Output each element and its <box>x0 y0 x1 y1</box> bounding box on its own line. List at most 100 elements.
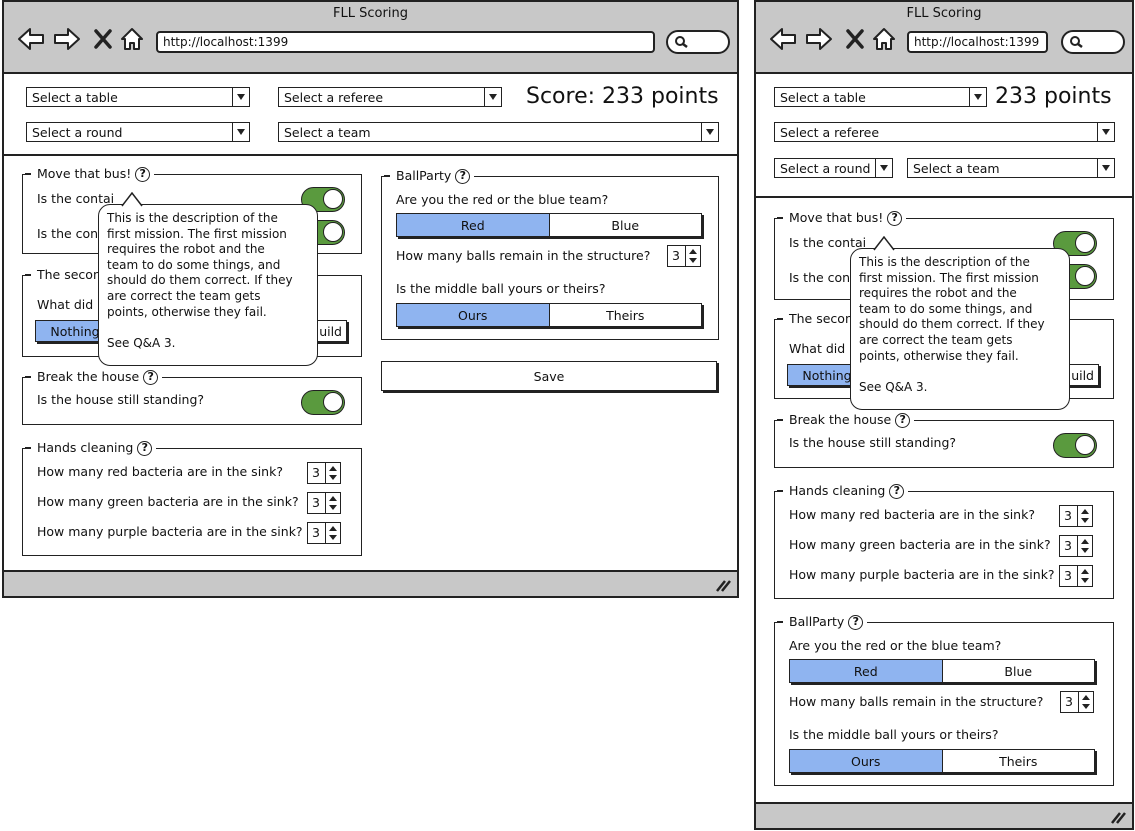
url-bar[interactable]: http://localhost:1399 <box>907 31 1048 53</box>
back-arrow-icon[interactable] <box>768 26 798 52</box>
back-arrow-icon[interactable] <box>16 26 46 52</box>
stepper-arrows-icon[interactable] <box>1077 536 1092 556</box>
chevron-down-icon <box>875 159 892 177</box>
team-select[interactable]: Select a team <box>278 122 719 142</box>
tooltip-line: should do them correct. If they <box>107 273 293 288</box>
team-select[interactable]: Select a team <box>907 158 1115 178</box>
ours-option[interactable]: Ours <box>397 304 549 326</box>
referee-select[interactable]: Select a referee <box>278 87 502 107</box>
ours-option[interactable]: Ours <box>790 750 942 772</box>
close-x-icon[interactable] <box>92 26 114 52</box>
chevron-down-icon <box>484 88 501 106</box>
mission-question: Is the house still standing? <box>37 392 205 407</box>
home-icon[interactable] <box>870 26 898 52</box>
referee-select[interactable]: Select a referee <box>774 122 1115 142</box>
stepper-arrows-icon[interactable] <box>1078 692 1093 712</box>
team-color-toggle[interactable]: Red Blue <box>789 659 1095 683</box>
mission-ballparty: BallParty? Are you the red or the blue t… <box>381 167 719 340</box>
browser-search-box[interactable] <box>1061 30 1125 54</box>
mission-title: Break the house? <box>776 411 915 429</box>
round-select[interactable]: Select a round <box>26 122 250 142</box>
stepper-arrows-icon[interactable] <box>325 493 340 513</box>
home-icon[interactable] <box>118 26 146 52</box>
mission-question: What did h <box>789 341 858 356</box>
help-icon[interactable]: ? <box>455 168 471 184</box>
help-icon[interactable]: ? <box>135 166 151 182</box>
theirs-option[interactable]: Theirs <box>548 304 701 326</box>
number-stepper[interactable]: 3 <box>667 245 701 267</box>
forward-arrow-icon[interactable] <box>52 26 82 52</box>
help-icon[interactable]: ? <box>887 210 903 226</box>
team-color-toggle[interactable]: Red Blue <box>396 213 702 237</box>
browser-search-box[interactable] <box>666 30 730 54</box>
mission-title: Hands cleaning? <box>24 439 157 457</box>
help-icon[interactable]: ? <box>143 369 159 385</box>
tooltip-pointer <box>873 236 895 258</box>
number-stepper[interactable]: 3 <box>1060 691 1094 713</box>
number-stepper[interactable]: 3 <box>1059 535 1093 557</box>
number-stepper[interactable]: 3 <box>1059 565 1093 587</box>
browser-window-mobile: FLL Scoring http://localhost:1399 Select… <box>754 0 1134 830</box>
team-select-value: Select a team <box>284 125 371 140</box>
round-select[interactable]: Select a round <box>774 158 893 178</box>
browser-window-desktop: FLL Scoring http://localhost:1399 Select… <box>2 0 739 598</box>
help-icon[interactable]: ? <box>895 412 911 428</box>
tooltip-line: should do them correct. If they <box>859 317 1045 332</box>
resize-grip-icon[interactable] <box>715 578 731 592</box>
ownership-toggle[interactable]: Ours Theirs <box>396 303 702 327</box>
toggle-switch[interactable] <box>1053 433 1097 458</box>
mission-question: Is the con <box>37 226 99 241</box>
search-icon <box>1070 36 1083 48</box>
stepper-arrows-icon[interactable] <box>325 463 340 483</box>
chevron-down-icon <box>1097 159 1114 177</box>
stepper-arrows-icon[interactable] <box>325 523 340 543</box>
mission-question: How many red bacteria are in the sink? <box>789 507 1035 522</box>
resize-grip-icon[interactable] <box>1110 810 1126 824</box>
table-select-value: Select a table <box>780 90 866 105</box>
tooltip-line: first mission. The first mission <box>859 270 1039 285</box>
theirs-option[interactable]: Theirs <box>941 750 1094 772</box>
window-title: FLL Scoring <box>906 6 982 21</box>
mission-house: Break the house? Is the house still stan… <box>774 411 1114 468</box>
blue-option[interactable]: Blue <box>941 660 1094 682</box>
close-x-icon[interactable] <box>844 26 866 52</box>
number-stepper[interactable]: 3 <box>307 522 341 544</box>
tooltip-line: requires the robot and the <box>859 286 1017 301</box>
stepper-arrows-icon[interactable] <box>1077 566 1092 586</box>
tooltip-line: points, otherwise they fail. <box>859 348 1019 363</box>
number-stepper[interactable]: 3 <box>307 492 341 514</box>
mission-title: Break the house? <box>24 368 163 386</box>
forward-arrow-icon[interactable] <box>804 26 834 52</box>
red-option[interactable]: Red <box>790 660 942 682</box>
help-icon[interactable]: ? <box>137 440 153 456</box>
tooltip-line: team to do some things, and <box>107 257 281 272</box>
toggle-switch[interactable] <box>301 390 345 415</box>
chevron-down-icon <box>232 123 249 141</box>
mission-question: How many green bacteria are in the sink? <box>789 537 1051 552</box>
mission-question: How many balls remain in the structure? <box>789 694 1044 709</box>
mission-title: Move that bus!? <box>776 209 907 227</box>
help-icon[interactable]: ? <box>848 614 864 630</box>
mission-question: Are you the red or the blue team? <box>396 192 609 207</box>
ownership-toggle[interactable]: Ours Theirs <box>789 749 1095 773</box>
save-button[interactable]: Save <box>381 361 717 391</box>
table-select[interactable]: Select a table <box>774 87 987 107</box>
tooltip-line: team to do some things, and <box>859 301 1033 316</box>
mission-question: Are you the red or the blue team? <box>789 638 1002 653</box>
mission-question: How many balls remain in the structure? <box>396 248 651 263</box>
number-stepper[interactable]: 3 <box>1059 505 1093 527</box>
mission-title: Hands cleaning? <box>776 482 909 500</box>
mission-question: What did h <box>37 297 106 312</box>
stepper-arrows-icon[interactable] <box>1077 506 1092 526</box>
table-select-value: Select a table <box>32 90 118 105</box>
url-bar[interactable]: http://localhost:1399 <box>156 31 655 53</box>
help-icon[interactable]: ? <box>889 483 905 499</box>
stepper-arrows-icon[interactable] <box>685 246 700 266</box>
window-title: FLL Scoring <box>333 6 408 21</box>
mission-description-tooltip: This is the description of the first miss… <box>98 192 318 366</box>
mission-title: Move that bus!? <box>24 165 155 183</box>
blue-option[interactable]: Blue <box>548 214 701 236</box>
number-stepper[interactable]: 3 <box>307 462 341 484</box>
table-select[interactable]: Select a table <box>26 87 250 107</box>
red-option[interactable]: Red <box>397 214 549 236</box>
